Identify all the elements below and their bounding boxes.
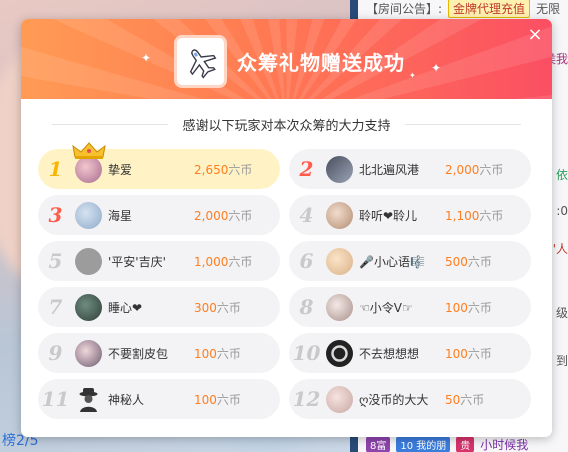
ring-icon [331, 344, 348, 362]
supporter-name: '平安'吉庆' [108, 254, 166, 269]
supporter-name: 不要割皮包 [108, 346, 169, 361]
sparkle-icon: ✦ [409, 71, 416, 80]
avatar[interactable] [326, 247, 353, 275]
chat-username[interactable]: 小时候我 [480, 436, 528, 452]
notice-overflow-text: 无限 [536, 1, 561, 16]
rank-number: 2 [299, 157, 314, 181]
supporter-row[interactable]: 8 ☜小令V☞ 100六币 [289, 287, 531, 327]
avatar[interactable] [326, 293, 353, 321]
supporter-name: ☜小令V☞ [359, 300, 413, 315]
gift-amount: 100六币 [194, 346, 241, 361]
avatar[interactable] [326, 155, 353, 183]
airplane-icon [189, 48, 216, 79]
rank-number: 9 [48, 341, 63, 365]
airplane-gift-icon [174, 35, 227, 88]
supporter-name: 北北遍风港 [359, 162, 420, 177]
modal-subtitle: 感谢以下玩家对本次众筹的大力支持 [182, 119, 391, 134]
avatar[interactable] [326, 339, 353, 367]
rank-number: 3 [48, 203, 63, 227]
supporter-row[interactable]: 12 ღ没币的大大 50六币 [289, 379, 531, 419]
gold-agent-badge[interactable]: 金牌代理充值 [448, 0, 531, 18]
supporter-name: 🎤小心语🎼 [359, 254, 425, 269]
avatar[interactable] [75, 201, 102, 229]
rank-number: 5 [48, 249, 63, 273]
sparkle-icon: ✦ [431, 61, 442, 75]
rank-number: 7 [48, 295, 63, 319]
rank-number: 12 [292, 387, 321, 411]
gift-amount: 2,650六币 [194, 162, 253, 177]
supporter-row[interactable]: 4 聆听❤聆儿 1,100六币 [289, 195, 531, 235]
rank-number: 1 [48, 157, 63, 181]
room-notice-label: 【房间公告】: [366, 1, 443, 16]
chat-side-text: :0 [556, 204, 568, 218]
supporter-row[interactable]: 2 北北遍风港 2,000六币 [289, 149, 531, 189]
avatar[interactable] [326, 385, 353, 413]
supporter-name: 神秘人 [108, 392, 145, 407]
mystery-person-icon [79, 387, 98, 412]
supporter-row[interactable]: 7 睡心❤ 300六币 [38, 287, 280, 327]
modal-title: 众筹礼物赠送成功 [237, 51, 405, 75]
crown-icon [72, 141, 106, 159]
supporter-row[interactable]: 11 神秘人 100六币 [38, 379, 280, 419]
avatar[interactable] [75, 293, 102, 321]
avatar[interactable] [75, 247, 102, 275]
gift-amount: 100六币 [445, 346, 492, 361]
chat-side-text: 到 [555, 354, 568, 368]
supporter-row[interactable]: 3 海星 2,000六币 [38, 195, 280, 235]
gift-amount: 50六币 [445, 392, 485, 407]
gift-amount: 2,000六币 [445, 162, 504, 177]
room-notice: 【房间公告】: 金牌代理充值 无限 [366, 0, 561, 18]
gift-amount: 300六币 [194, 300, 241, 315]
avatar[interactable] [326, 201, 353, 229]
rank-number: 10 [292, 341, 321, 365]
user-badge-bar: 8富 10 我的朋 贵 小时候我 [366, 436, 528, 452]
gift-amount: 2,000六币 [194, 208, 253, 223]
gift-amount: 100六币 [445, 300, 492, 315]
supporter-row[interactable]: 1 挚爱 2,650六币 [38, 141, 280, 189]
supporter-row[interactable]: 5 '平安'吉庆' 1,000六币 [38, 241, 280, 281]
avatar[interactable] [75, 339, 102, 367]
gift-amount: 1,000六币 [194, 254, 253, 269]
chat-side-text: 依 [555, 168, 568, 182]
rank-number: 11 [41, 387, 70, 411]
divider-line [52, 124, 169, 125]
crowdfund-success-modal: ✦ ✦ ✦ 众筹礼物赠送成功 × 感谢以下玩家对本次众筹的大力支持 1 挚爱 2… [21, 19, 552, 437]
close-button[interactable]: × [526, 26, 544, 44]
supporter-row[interactable]: 6 🎤小心语🎼 500六币 [289, 241, 531, 281]
avatar[interactable] [72, 141, 106, 183]
friend-chip: 10 我的朋 [396, 436, 451, 452]
sparkle-icon: ✦ [141, 51, 152, 65]
supporter-name: 聆听❤聆儿 [359, 208, 418, 223]
rank-number: 4 [299, 203, 314, 227]
vip-chip: 贵 [456, 436, 475, 452]
rank-number: 6 [299, 249, 314, 273]
gift-amount: 1,100六币 [445, 208, 504, 223]
gift-amount: 500六币 [445, 254, 492, 269]
supporter-grid: 1 挚爱 2,650六币 2 北北遍风港 2,000六币 3 海星 2,000六… [38, 141, 531, 419]
supporter-row[interactable]: 10 不去想想想 100六币 [289, 333, 531, 373]
supporter-name: 挚爱 [108, 162, 133, 177]
supporter-name: 不去想想想 [359, 346, 420, 361]
chat-side-text: 级 [555, 306, 568, 320]
supporter-name: 海星 [108, 208, 133, 223]
level-chip: 8富 [366, 436, 391, 452]
gift-amount: 100六币 [194, 392, 241, 407]
modal-header: ✦ ✦ ✦ 众筹礼物赠送成功 × [21, 19, 552, 99]
supporter-name: 睡心❤ [108, 300, 143, 315]
subtitle-row: 感谢以下玩家对本次众筹的大力支持 [21, 115, 552, 134]
divider-line [404, 124, 521, 125]
supporter-row[interactable]: 9 不要割皮包 100六币 [38, 333, 280, 373]
supporter-name: ღ没币的大大 [359, 392, 429, 407]
avatar[interactable] [75, 385, 102, 413]
rank-number: 8 [299, 295, 314, 319]
